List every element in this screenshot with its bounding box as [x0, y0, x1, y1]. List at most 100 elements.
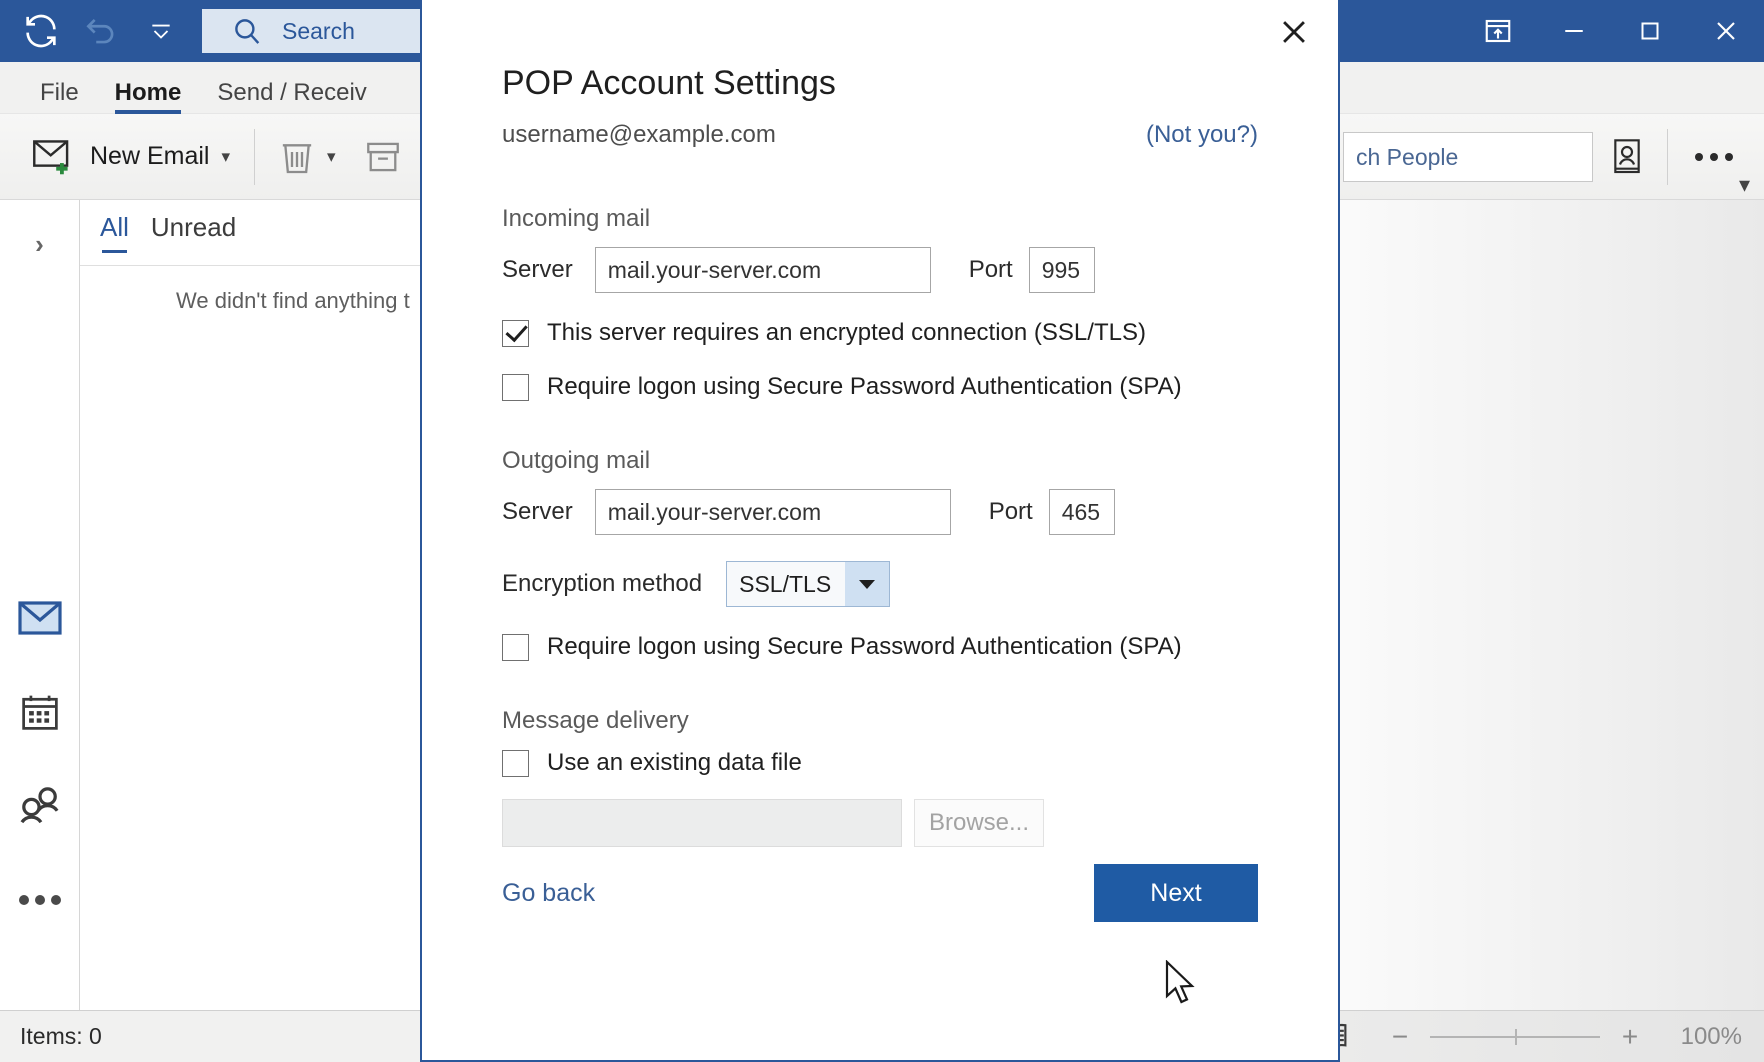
- outgoing-spa-checkbox-row[interactable]: Require logon using Secure Password Auth…: [502, 633, 1258, 661]
- incoming-mail-heading: Incoming mail: [502, 205, 651, 232]
- outgoing-mail-heading: Outgoing mail: [502, 447, 651, 474]
- data-file-path-row: Browse...: [502, 799, 1258, 847]
- filter-all[interactable]: All: [100, 212, 129, 253]
- close-icon: [1283, 21, 1305, 43]
- dialog-close-button[interactable]: [1266, 4, 1322, 60]
- delete-button[interactable]: ▾: [265, 137, 350, 177]
- search-placeholder: Search: [282, 17, 355, 44]
- outgoing-server-label: Server: [502, 498, 573, 525]
- chevron-down-icon[interactable]: ▾: [221, 147, 230, 167]
- incoming-ssl-label: This server requires an encrypted connec…: [547, 319, 1146, 346]
- calendar-icon: [21, 695, 58, 730]
- mail-icon: [17, 601, 62, 635]
- incoming-server-input[interactable]: mail.your-server.com: [594, 247, 931, 293]
- browse-button[interactable]: Browse...: [914, 799, 1044, 847]
- archive-button[interactable]: [350, 139, 416, 175]
- zoom-level-label[interactable]: 100%: [1656, 1023, 1742, 1051]
- quick-access-toolbar: [0, 8, 184, 54]
- sidebar-item-mail[interactable]: [13, 594, 67, 642]
- encryption-method-value: SSL/TLS: [727, 562, 846, 606]
- dialog-content: POP Account Settings username@example.co…: [422, 0, 1338, 847]
- incoming-spa-label: Require logon using Secure Password Auth…: [547, 373, 1182, 400]
- next-button[interactable]: Next: [1094, 864, 1258, 922]
- minimize-icon[interactable]: [1536, 0, 1612, 62]
- incoming-spa-checkbox[interactable]: [502, 373, 529, 401]
- encryption-method-row: Encryption method SSL/TLS: [502, 561, 1258, 607]
- incoming-ssl-checkbox[interactable]: [502, 319, 529, 347]
- customize-quick-access-toolbar-icon[interactable]: [138, 8, 184, 54]
- tab-home[interactable]: Home: [97, 81, 200, 114]
- dialog-title: POP Account Settings: [502, 64, 836, 102]
- window-controls: [1460, 0, 1764, 62]
- outgoing-server-row: Server mail.your-server.com Port 465: [502, 489, 1258, 535]
- maximize-icon[interactable]: [1612, 0, 1688, 62]
- more-apps-icon: [18, 895, 61, 905]
- zoom-out-button[interactable]: −: [1374, 1021, 1426, 1053]
- expand-folder-pane-icon[interactable]: ›: [10, 214, 70, 274]
- message-list-filters: All Unread: [80, 200, 435, 266]
- incoming-server-label: Server: [502, 256, 573, 283]
- close-icon[interactable]: [1688, 0, 1764, 62]
- message-delivery-heading: Message delivery: [502, 707, 689, 734]
- zoom-slider[interactable]: [1430, 1029, 1600, 1045]
- new-email-icon: [33, 139, 69, 174]
- new-email-label: New Email: [90, 142, 210, 170]
- dialog-footer: Go back Next: [502, 864, 1258, 922]
- trash-icon: [282, 143, 312, 173]
- status-items-count: Items: 0: [20, 1023, 102, 1049]
- ribbon-right-group: ch People ▾: [1343, 114, 1764, 200]
- navigation-rail: ›: [0, 200, 80, 1010]
- incoming-ssl-checkbox-row[interactable]: This server requires an encrypted connec…: [502, 319, 1258, 347]
- data-file-path-input[interactable]: [502, 799, 902, 847]
- sidebar-item-calendar[interactable]: [13, 688, 67, 736]
- dialog-account-row: username@example.com (Not you?): [502, 121, 1258, 149]
- outgoing-spa-label: Require logon using Secure Password Auth…: [547, 633, 1182, 660]
- navigation-module-icons: [0, 594, 79, 924]
- outgoing-port-label: Port: [988, 498, 1033, 525]
- ribbon-divider: [254, 128, 256, 185]
- outgoing-spa-checkbox[interactable]: [502, 633, 529, 661]
- sidebar-item-people[interactable]: [13, 782, 67, 830]
- screen: Search File Home Send / Receiv New Email…: [0, 0, 1764, 1062]
- incoming-port-label: Port: [968, 256, 1013, 283]
- outgoing-server-input[interactable]: mail.your-server.com: [594, 489, 951, 535]
- not-you-link[interactable]: (Not you?): [1146, 121, 1258, 149]
- tab-send-receive[interactable]: Send / Receiv: [199, 81, 384, 113]
- address-book-button[interactable]: [1593, 126, 1661, 188]
- sidebar-item-more[interactable]: [13, 876, 67, 924]
- ribbon-divider: [1667, 129, 1668, 185]
- encryption-method-label: Encryption method: [502, 570, 703, 597]
- zoom-in-button[interactable]: +: [1604, 1021, 1656, 1053]
- encryption-method-select[interactable]: SSL/TLS: [726, 561, 891, 607]
- incoming-server-row: Server mail.your-server.com Port 995: [502, 247, 1258, 293]
- people-icon: [20, 787, 58, 824]
- new-email-button[interactable]: New Email ▾: [18, 138, 244, 176]
- send-receive-all-icon[interactable]: [18, 8, 64, 54]
- search-people-placeholder: ch People: [1356, 143, 1459, 170]
- filter-unread[interactable]: Unread: [151, 212, 236, 253]
- incoming-port-input[interactable]: 995: [1028, 247, 1095, 293]
- ribbon-display-options-icon[interactable]: [1460, 0, 1536, 62]
- use-existing-data-file-row[interactable]: Use an existing data file: [502, 749, 1258, 777]
- message-list-pane: All Unread We didn't find anything t: [80, 200, 436, 1010]
- incoming-spa-checkbox-row[interactable]: Require logon using Secure Password Auth…: [502, 373, 1258, 401]
- collapse-ribbon-icon[interactable]: ▾: [1739, 172, 1750, 198]
- account-email: username@example.com: [502, 121, 776, 148]
- undo-icon[interactable]: [78, 8, 124, 54]
- chevron-down-icon[interactable]: [845, 562, 890, 606]
- use-existing-data-file-label: Use an existing data file: [547, 749, 802, 776]
- search-icon: [235, 19, 260, 44]
- go-back-link[interactable]: Go back: [502, 879, 595, 908]
- archive-icon: [366, 142, 399, 171]
- tab-file[interactable]: File: [22, 81, 97, 113]
- empty-list-message: We didn't find anything t: [176, 288, 410, 313]
- pop-account-settings-dialog: POP Account Settings username@example.co…: [420, 0, 1340, 1062]
- search-people-input[interactable]: ch People: [1343, 132, 1593, 182]
- chevron-down-icon[interactable]: ▾: [327, 147, 336, 167]
- address-book-icon: [1614, 139, 1640, 174]
- outgoing-port-input[interactable]: 465: [1048, 489, 1115, 535]
- ellipsis-icon: [1695, 153, 1733, 161]
- use-existing-data-file-checkbox[interactable]: [502, 749, 529, 777]
